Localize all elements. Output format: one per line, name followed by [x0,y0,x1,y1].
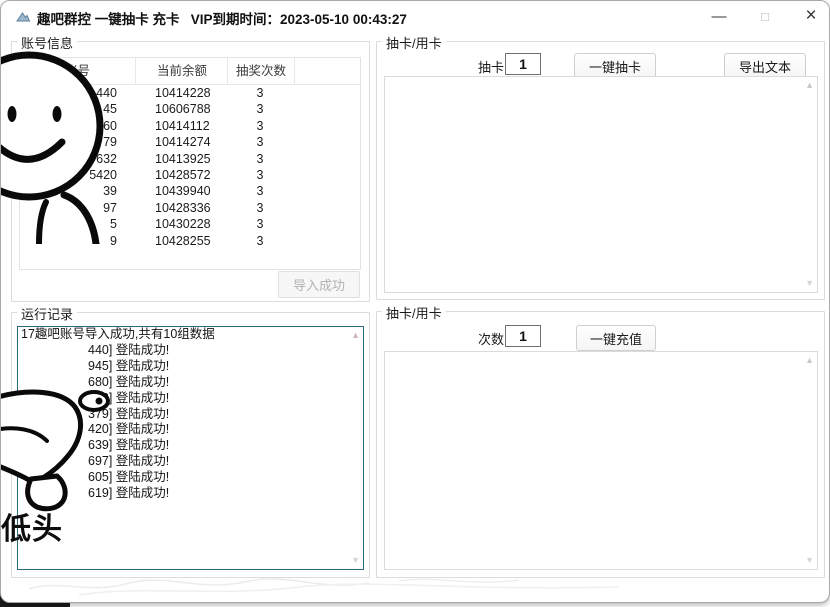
one-key-recharge-label: 一键充值 [590,329,642,348]
table-cell: 10413925 [155,151,211,167]
table-cell: 3 [227,183,293,199]
run-log-group-title: 运行记录 [17,304,77,323]
log-line: 17趣吧账号导入成功,共有10组数据 [18,327,363,343]
table-cell: 3 [227,167,293,183]
log-line: 619] 登陆成功! [18,486,363,502]
table-row[interactable]: 5 10430228 3 [20,216,360,232]
draw-count-label: 抽卡 [478,57,504,76]
recharge-count-input[interactable] [505,325,541,347]
table-cell: 3 [227,134,293,150]
table-cell: 5420 [20,167,117,183]
table-cell: 10428572 [155,167,211,183]
sticker-caption: 低头 [1,504,63,548]
import-success-button[interactable]: 导入成功 [278,271,360,298]
screen: 趣吧群控 一键抽卡 充卡 VIP到期时间：2023-05-10 00:43:27… [0,0,830,607]
table-cell: 3 [227,85,293,101]
maximize-button[interactable]: □ [743,1,787,31]
log-line: 639] 登陆成功! [18,438,363,454]
scroll-up-icon[interactable]: ▲ [351,331,360,340]
table-cell: 3 [227,200,293,216]
table-row[interactable]: 79 10414274 3 [20,134,360,150]
scroll-down-icon[interactable]: ▼ [351,556,360,565]
table-row[interactable]: 39 10439940 3 [20,183,360,199]
scroll-up-icon[interactable]: ▲ [805,81,814,90]
account-table-header: 账号 当前余额 抽奖次数 [20,58,360,85]
log-line: 440] 登陆成功! [18,343,363,359]
table-row[interactable]: 5420 10428572 3 [20,167,360,183]
recharge-group-title: 抽卡/用卡 [382,303,446,322]
table-cell: 10414274 [155,134,211,150]
table-cell: 9 [20,233,117,249]
table-cell: 10430228 [155,216,211,232]
table-cell: 10428255 [155,233,211,249]
table-cell: 79 [20,134,117,150]
app-window: 趣吧群控 一键抽卡 充卡 VIP到期时间：2023-05-10 00:43:27… [0,0,830,603]
table-cell: 10428336 [155,200,211,216]
table-row[interactable]: 45 10606788 3 [20,101,360,117]
scroll-down-icon[interactable]: ▼ [805,556,814,565]
close-icon: × [805,5,816,27]
header-balance: 当前余额 [135,58,228,84]
log-line: 420] 登陆成功! [18,422,363,438]
table-cell: 5 [20,216,117,232]
table-cell: 3 [227,101,293,117]
table-cell: 440 [20,85,117,101]
table-row[interactable]: 97 10428336 3 [20,200,360,216]
table-cell: 97 [20,200,117,216]
log-line: 605] 登陆成功! [18,470,363,486]
header-draws: 抽奖次数 [227,58,295,84]
one-key-recharge-button[interactable]: 一键充值 [576,325,656,351]
table-cell: 3 [227,118,293,134]
maximize-icon: □ [761,9,769,24]
log-line: 379] 登陆成功! [18,407,363,423]
app-icon [15,9,31,25]
log-line: 945] 登陆成功! [18,359,363,375]
draw-count-input[interactable] [505,53,541,75]
table-row[interactable]: 632 10413925 3 [20,151,360,167]
close-button[interactable]: × [789,1,830,31]
draw-card-group-title: 抽卡/用卡 [382,33,446,52]
table-row[interactable]: 9 10428255 3 [20,233,360,249]
header-account: 账号 [20,58,135,84]
table-cell: 632 [20,151,117,167]
table-cell: 10606788 [155,101,211,117]
run-log-textarea[interactable]: 17趣吧账号导入成功,共有10组数据440] 登陆成功!945] 登陆成功!68… [17,326,364,570]
table-cell: 10414112 [155,118,210,134]
recharge-result-textarea[interactable]: ▲ ▼ [384,351,818,570]
recharge-count-label: 次数 [478,329,504,348]
log-line: 680] 登陆成功! [18,375,363,391]
table-cell: 3 [227,233,293,249]
table-cell: 10414228 [155,85,211,101]
scroll-up-icon[interactable]: ▲ [805,356,814,365]
table-cell: 3 [227,216,293,232]
one-key-draw-label: 一键抽卡 [589,57,641,76]
account-info-group-title: 账号信息 [17,33,77,52]
table-cell: 39 [20,183,117,199]
table-cell: 60 [20,118,117,134]
export-text-label: 导出文本 [739,57,791,76]
account-table-body: 440 10414228 3 45 10606788 3 60 10414112 3 79 1041… [20,85,360,249]
log-lines: 17趣吧账号导入成功,共有10组数据440] 登陆成功!945] 登陆成功!68… [18,327,363,502]
account-table[interactable]: 账号 当前余额 抽奖次数 440 10414228 3 45 10606788 3 60 10… [19,57,361,270]
table-row[interactable]: 440 10414228 3 [20,85,360,101]
import-success-label: 导入成功 [293,275,345,294]
table-cell: 45 [20,101,117,117]
scroll-down-icon[interactable]: ▼ [805,279,814,288]
log-line: 632] 登陆成功! [18,391,363,407]
window-title: 趣吧群控 一键抽卡 充卡 VIP到期时间：2023-05-10 00:43:27 [37,8,407,28]
draw-result-textarea[interactable]: ▲ ▼ [384,76,818,293]
table-cell: 3 [227,151,293,167]
log-line: 697] 登陆成功! [18,454,363,470]
table-row[interactable]: 60 10414112 3 [20,118,360,134]
minimize-icon: — [712,8,727,25]
watermark-scribbles [19,571,659,601]
table-cell: 10439940 [155,183,211,199]
title-bar[interactable]: 趣吧群控 一键抽卡 充卡 VIP到期时间：2023-05-10 00:43:27… [1,1,829,31]
minimize-button[interactable]: — [697,1,741,31]
